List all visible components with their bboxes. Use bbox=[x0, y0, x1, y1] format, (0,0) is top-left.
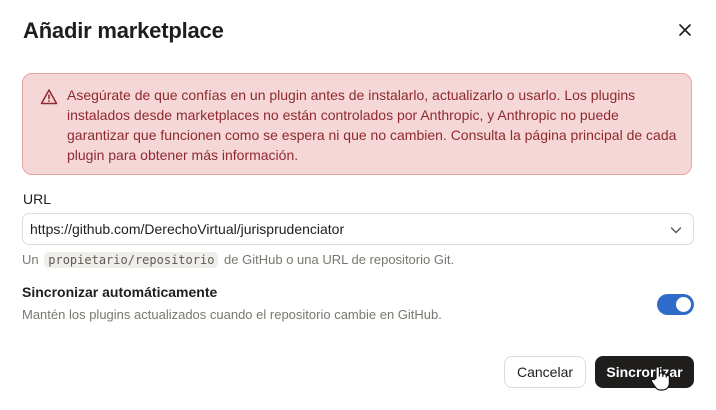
warning-text: Asegúrate de que confías en un plugin an… bbox=[67, 87, 677, 163]
auto-sync-description: Mantén los plugins actualizados cuando e… bbox=[22, 307, 442, 322]
close-icon bbox=[679, 24, 691, 36]
sync-button[interactable]: Sincronizar bbox=[595, 356, 694, 388]
auto-sync-title: Sincronizar automáticamente bbox=[22, 284, 218, 300]
chevron-down-icon[interactable] bbox=[669, 223, 683, 237]
hint-suffix: de GitHub o una URL de repositorio Git. bbox=[224, 252, 455, 267]
alert-triangle-icon bbox=[40, 89, 58, 105]
hand-pointer-icon bbox=[650, 366, 670, 391]
hint-prefix: Un bbox=[22, 252, 39, 267]
warning-banner: Asegúrate de que confías en un plugin an… bbox=[22, 73, 692, 175]
url-input[interactable] bbox=[30, 214, 650, 244]
add-marketplace-dialog: Añadir marketplace Asegúrate de que conf… bbox=[0, 0, 716, 410]
dialog-title: Añadir marketplace bbox=[23, 18, 224, 43]
toggle-knob bbox=[676, 297, 691, 312]
hint-code: propietario/repositorio bbox=[44, 252, 219, 268]
auto-sync-toggle[interactable] bbox=[657, 294, 694, 315]
url-field[interactable] bbox=[22, 213, 694, 245]
url-label: URL bbox=[23, 191, 52, 207]
cancel-button[interactable]: Cancelar bbox=[504, 356, 586, 388]
url-hint: Un propietario/repositorio de GitHub o u… bbox=[22, 251, 454, 269]
close-button[interactable] bbox=[674, 19, 696, 41]
